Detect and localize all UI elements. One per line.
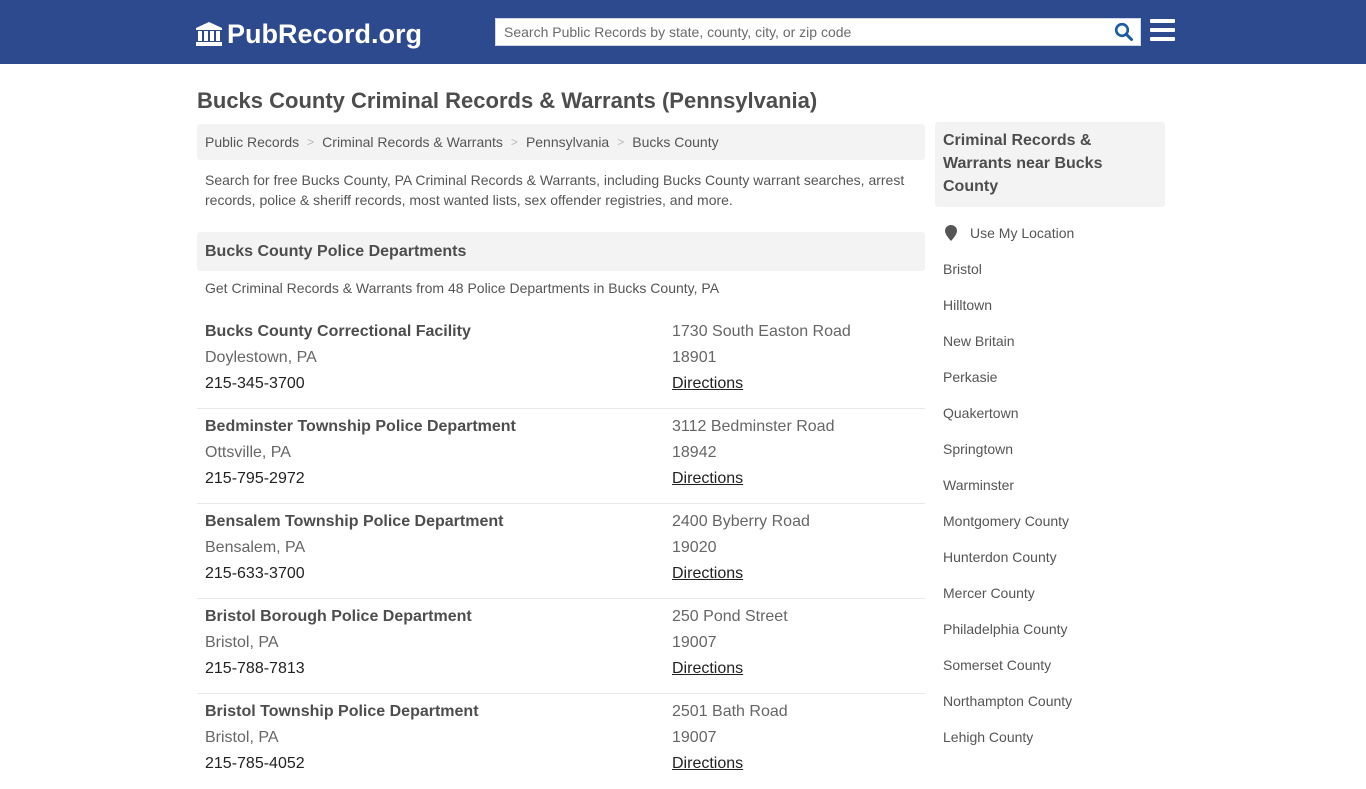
department-phone: 215-788-7813	[205, 660, 305, 677]
list-item: Bucks County Correctional Facility Doyle…	[197, 314, 925, 409]
logo-text: PubRecord.org	[227, 18, 423, 49]
map-marker-icon	[945, 225, 957, 241]
sidebar-item-quakertown[interactable]: Quakertown	[943, 395, 1165, 431]
directions-link[interactable]: Directions	[672, 561, 810, 587]
directions-link[interactable]: Directions	[672, 751, 788, 777]
breadcrumb-pennsylvania[interactable]: Pennsylvania	[526, 134, 609, 150]
department-city: Ottsville, PA	[205, 444, 291, 461]
breadcrumb-public-records[interactable]: Public Records	[205, 134, 299, 150]
department-address: 2400 Byberry Road	[672, 513, 810, 530]
nearby-locations-list: Use My Location Bristol Hilltown New Bri…	[943, 215, 1165, 755]
department-phone: 215-345-3700	[205, 375, 305, 392]
police-department-list: Bucks County Correctional Facility Doyle…	[197, 314, 925, 789]
department-address: 1730 South Easton Road	[672, 323, 851, 340]
sidebar-item-hilltown[interactable]: Hilltown	[943, 287, 1165, 323]
sidebar-item-new-britain[interactable]: New Britain	[943, 323, 1165, 359]
sidebar-item-warminster[interactable]: Warminster	[943, 467, 1165, 503]
search-icon	[1114, 22, 1133, 41]
use-my-location-link[interactable]: Use My Location	[943, 215, 1165, 251]
menu-bar	[1150, 37, 1175, 41]
menu-bar	[1150, 19, 1175, 23]
sidebar-item-philadelphia-county[interactable]: Philadelphia County	[943, 611, 1165, 647]
intro-text: Search for free Bucks County, PA Crimina…	[205, 172, 905, 208]
department-zip: 18942	[672, 444, 717, 461]
department-name: Bucks County Correctional Facility	[205, 323, 471, 340]
department-zip: 19020	[672, 539, 717, 556]
sidebar-item-montgomery-county[interactable]: Montgomery County	[943, 503, 1165, 539]
search-input[interactable]	[496, 19, 1108, 45]
sidebar-item-hunterdon-county[interactable]: Hunterdon County	[943, 539, 1165, 575]
sidebar-item-mercer-county[interactable]: Mercer County	[943, 575, 1165, 611]
sidebar-item-lehigh-county[interactable]: Lehigh County	[943, 719, 1165, 755]
breadcrumb-separator: >	[307, 135, 315, 149]
directions-link[interactable]: Directions	[672, 656, 788, 682]
department-address: 2501 Bath Road	[672, 703, 788, 720]
department-address: 250 Pond Street	[672, 608, 788, 625]
department-phone: 215-633-3700	[205, 565, 305, 582]
page-title: Bucks County Criminal Records & Warrants…	[197, 88, 818, 113]
menu-bar	[1150, 28, 1175, 32]
section-heading: Bucks County Police Departments	[197, 232, 925, 271]
department-phone: 215-795-2972	[205, 470, 305, 487]
top-navigation-bar: PubRecord.org	[0, 0, 1366, 64]
department-city: Bensalem, PA	[205, 539, 306, 556]
breadcrumb-criminal-records[interactable]: Criminal Records & Warrants	[322, 134, 503, 150]
department-phone: 215-785-4052	[205, 755, 305, 772]
section-subtitle: Get Criminal Records & Warrants from 48 …	[205, 280, 720, 296]
sidebar-item-bristol[interactable]: Bristol	[943, 251, 1165, 287]
department-city: Doylestown, PA	[205, 349, 317, 366]
directions-link[interactable]: Directions	[672, 371, 851, 397]
sidebar-item-springtown[interactable]: Springtown	[943, 431, 1165, 467]
breadcrumb-separator: >	[617, 135, 625, 149]
department-name: Bensalem Township Police Department	[205, 513, 504, 530]
site-logo-link[interactable]: PubRecord.org	[195, 18, 422, 50]
department-city: Bristol, PA	[205, 634, 279, 651]
sidebar-item-northampton-county[interactable]: Northampton County	[943, 683, 1165, 719]
department-name: Bedminster Township Police Department	[205, 418, 516, 435]
breadcrumb: Public Records > Criminal Records & Warr…	[197, 124, 925, 160]
department-name: Bristol Township Police Department	[205, 703, 479, 720]
hamburger-menu-icon[interactable]	[1150, 19, 1176, 43]
use-my-location-label: Use My Location	[970, 225, 1075, 241]
list-item: Bensalem Township Police Department Bens…	[197, 504, 925, 599]
department-name: Bristol Borough Police Department	[205, 608, 472, 625]
department-zip: 19007	[672, 729, 717, 746]
breadcrumb-bucks-county[interactable]: Bucks County	[632, 134, 718, 150]
list-item: Bristol Township Police Department Brist…	[197, 694, 925, 789]
list-item: Bedminster Township Police Department Ot…	[197, 409, 925, 504]
directions-link[interactable]: Directions	[672, 466, 834, 492]
breadcrumb-separator: >	[510, 135, 518, 149]
department-city: Bristol, PA	[205, 729, 279, 746]
department-zip: 19007	[672, 634, 717, 651]
department-zip: 18901	[672, 349, 717, 366]
search-button[interactable]	[1108, 19, 1140, 45]
sidebar-item-perkasie[interactable]: Perkasie	[943, 359, 1165, 395]
department-address: 3112 Bedminster Road	[672, 418, 835, 435]
search-bar	[495, 18, 1141, 46]
list-item: Bristol Borough Police Department Bristo…	[197, 599, 925, 694]
courthouse-icon	[196, 22, 222, 46]
sidebar-item-somerset-county[interactable]: Somerset County	[943, 647, 1165, 683]
sidebar-heading: Criminal Records & Warrants near Bucks C…	[935, 122, 1165, 207]
